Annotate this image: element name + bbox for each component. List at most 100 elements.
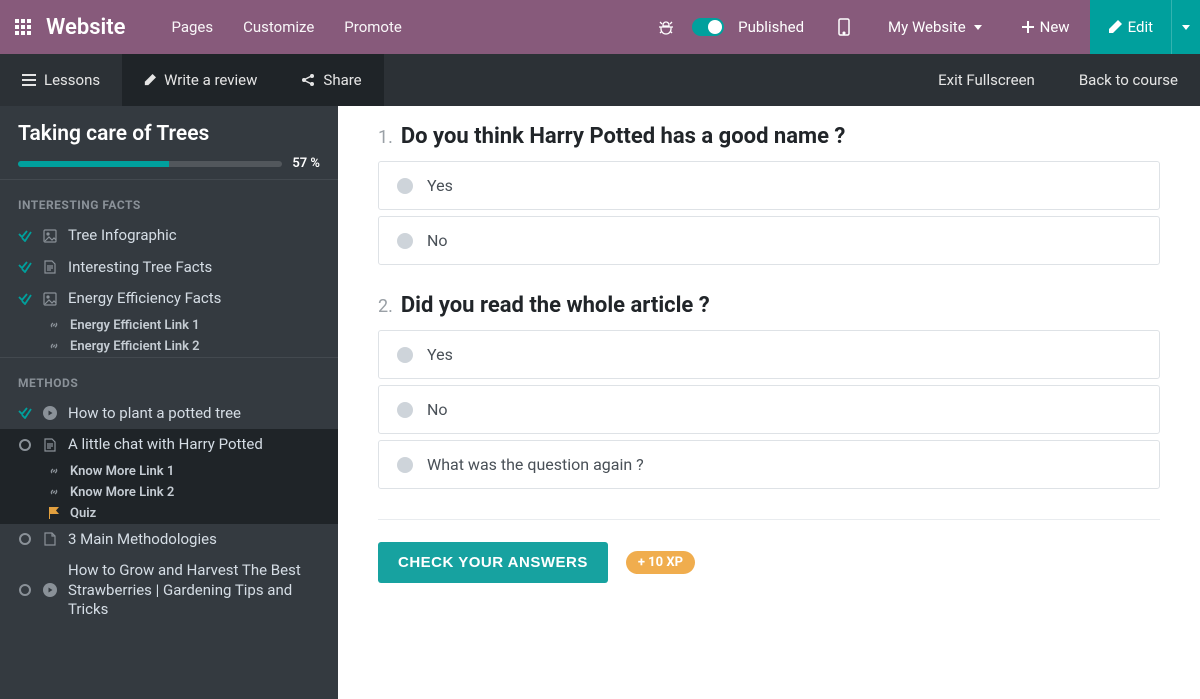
answer-option[interactable]: No <box>378 216 1160 265</box>
lesson-item[interactable]: 3 Main Methodologies <box>0 524 338 556</box>
sub-label: Know More Link 1 <box>70 464 174 479</box>
lesson-item[interactable]: A little chat with Harry Potted <box>0 429 338 461</box>
chevron-down-icon <box>1182 25 1190 30</box>
plus-icon <box>1022 21 1034 33</box>
circle-icon <box>18 438 32 452</box>
site-dropdown-label: My Website <box>888 18 966 36</box>
chevron-down-icon <box>974 25 982 30</box>
action-row: CHECK YOUR ANSWERS + 10 XP <box>378 519 1160 583</box>
image-icon <box>42 292 58 306</box>
radio-icon <box>397 402 413 418</box>
apps-icon[interactable] <box>0 0 46 54</box>
bug-icon[interactable] <box>640 19 692 35</box>
progress-bar <box>18 161 282 167</box>
lesson-label: 3 Main Methodologies <box>68 530 320 550</box>
published-label: Published <box>730 18 820 36</box>
answer-option[interactable]: Yes <box>378 161 1160 210</box>
answer-option[interactable]: Yes <box>378 330 1160 379</box>
progress-row: 57 % <box>18 156 320 171</box>
course-header: Taking care of Trees 57 % <box>0 106 338 179</box>
lesson-item[interactable]: How to plant a potted tree <box>0 398 338 430</box>
lesson-item[interactable]: Energy Efficiency Facts <box>0 283 338 315</box>
check-icon <box>18 260 32 274</box>
radio-icon <box>397 347 413 363</box>
answer-option[interactable]: No <box>378 385 1160 434</box>
xp-badge: + 10 XP <box>626 551 695 574</box>
play-icon <box>42 406 58 420</box>
lessons-label: Lessons <box>44 71 100 89</box>
lesson-item[interactable]: How to Grow and Harvest The Best Strawbe… <box>0 555 338 626</box>
course-title: Taking care of Trees <box>18 122 320 146</box>
flag-icon <box>48 507 62 519</box>
share-tab[interactable]: Share <box>279 54 383 106</box>
write-review-tab[interactable]: Write a review <box>122 54 279 106</box>
section-header: INTERESTING FACTS <box>0 180 338 220</box>
lesson-item[interactable]: Interesting Tree Facts <box>0 252 338 284</box>
link-icon <box>48 340 62 352</box>
edit-label: Edit <box>1128 18 1153 36</box>
brand-title[interactable]: Website <box>46 15 155 40</box>
option-label: No <box>427 231 448 250</box>
sub-item-link[interactable]: Know More Link 1 <box>0 461 338 482</box>
question-title: 2.Did you read the whole article ? <box>378 293 1160 318</box>
option-label: No <box>427 400 448 419</box>
image-icon <box>42 229 58 243</box>
sub-label: Quiz <box>70 506 96 521</box>
question-number: 2. <box>378 296 393 317</box>
check-answers-button[interactable]: CHECK YOUR ANSWERS <box>378 542 608 583</box>
pencil-icon <box>1108 20 1122 34</box>
site-dropdown[interactable]: My Website <box>868 18 1002 36</box>
menu-promote[interactable]: Promote <box>344 18 402 36</box>
play-icon <box>42 583 58 597</box>
layout: Taking care of Trees 57 % INTERESTING FA… <box>0 106 1200 699</box>
section-block: METHODSHow to plant a potted treeA littl… <box>0 357 338 626</box>
pdf-icon <box>42 532 58 546</box>
lesson-item[interactable]: Tree Infographic <box>0 220 338 252</box>
lesson-label: Interesting Tree Facts <box>68 258 320 278</box>
topbar-menu: Pages Customize Promote <box>155 18 401 36</box>
subbar-right: Exit Fullscreen Back to course <box>916 71 1200 89</box>
check-icon <box>18 229 32 243</box>
lesson-label: Tree Infographic <box>68 226 320 246</box>
sidebar: Taking care of Trees 57 % INTERESTING FA… <box>0 106 338 699</box>
question-block: 2.Did you read the whole article ? Yes No W… <box>378 293 1160 489</box>
published-toggle[interactable] <box>692 18 724 36</box>
topbar-right: Published My Website New Edit <box>640 0 1200 54</box>
topbar: Website Pages Customize Promote Publishe… <box>0 0 1200 54</box>
sub-item-link[interactable]: Energy Efficient Link 2 <box>0 336 338 357</box>
progress-fill <box>18 161 169 167</box>
question-number: 1. <box>378 127 393 148</box>
edit-button[interactable]: Edit <box>1090 0 1171 54</box>
exit-fullscreen-button[interactable]: Exit Fullscreen <box>916 71 1057 89</box>
edit-dropdown[interactable] <box>1171 0 1200 54</box>
menu-customize[interactable]: Customize <box>243 18 314 36</box>
pencil-icon <box>144 74 156 86</box>
sub-item-link[interactable]: Energy Efficient Link 1 <box>0 315 338 336</box>
review-label: Write a review <box>164 71 257 89</box>
doc-icon <box>42 438 58 452</box>
back-to-course-button[interactable]: Back to course <box>1057 71 1200 89</box>
option-label: Yes <box>427 176 453 195</box>
sub-label: Energy Efficient Link 2 <box>70 339 200 354</box>
hamburger-icon <box>22 74 36 86</box>
check-icon <box>18 406 32 420</box>
lessons-tab[interactable]: Lessons <box>0 54 122 106</box>
progress-text: 57 % <box>292 156 320 171</box>
option-label: Yes <box>427 345 453 364</box>
lesson-label: A little chat with Harry Potted <box>68 435 320 455</box>
main-content: 1. Do you think Harry Potted has a good n… <box>338 106 1200 699</box>
circle-icon <box>18 532 32 546</box>
question-text: Do you think Harry Potted has a good nam… <box>401 124 846 149</box>
lesson-label: Energy Efficiency Facts <box>68 289 320 309</box>
answer-option[interactable]: What was the question again ? <box>378 440 1160 489</box>
link-icon <box>48 465 62 477</box>
share-icon <box>301 73 315 87</box>
circle-icon <box>18 583 32 597</box>
new-button[interactable]: New <box>1002 18 1090 36</box>
menu-pages[interactable]: Pages <box>171 18 213 36</box>
sub-label: Energy Efficient Link 1 <box>70 318 200 333</box>
sub-label: Know More Link 2 <box>70 485 174 500</box>
sub-item-quiz[interactable]: Quiz <box>0 503 338 524</box>
mobile-preview-icon[interactable] <box>820 18 868 36</box>
sub-item-link[interactable]: Know More Link 2 <box>0 482 338 503</box>
